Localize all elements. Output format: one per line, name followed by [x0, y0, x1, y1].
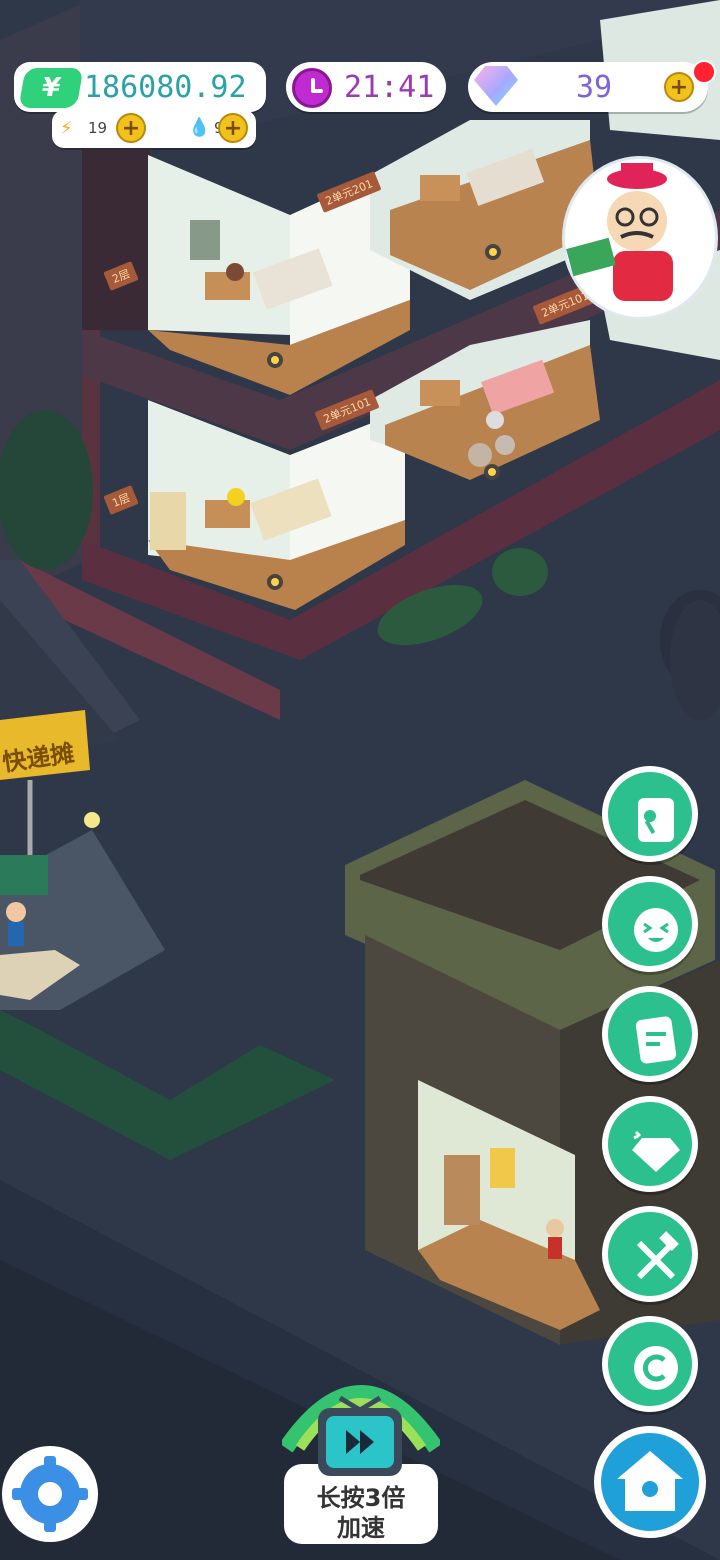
copyright-button[interactable]	[602, 1316, 698, 1412]
emoji-icon	[634, 908, 678, 952]
add-gems-button[interactable]: +	[664, 72, 694, 102]
lightning-icon: ⚡	[60, 118, 73, 139]
wrench-hammer-icon	[636, 1231, 679, 1280]
water-drop-icon: 💧	[188, 117, 211, 138]
house-icon	[617, 1451, 683, 1511]
speed-up-button[interactable]: 长按3倍 加速	[279, 1368, 443, 1546]
money-counter: ¥ 186080.92	[14, 62, 266, 112]
energy-value: 19	[88, 119, 108, 137]
npc-landlord-bubble[interactable]	[562, 156, 718, 320]
settings-button[interactable]	[2, 1446, 98, 1542]
clock-icon	[292, 68, 332, 108]
gem-shop-button[interactable]	[602, 1096, 698, 1192]
gear-icon	[12, 1456, 88, 1532]
landlord-character-icon	[566, 163, 673, 301]
add-energy-button[interactable]: +	[116, 113, 146, 143]
tools-button[interactable]	[602, 766, 698, 862]
time-counter: 21:41	[286, 62, 446, 112]
home-button[interactable]	[594, 1426, 706, 1538]
speed-up-label-line2: 加速	[337, 1514, 385, 1542]
tools-icon	[638, 798, 674, 842]
emoji-button[interactable]	[602, 876, 698, 972]
notes-button[interactable]	[602, 986, 698, 1082]
resource-bar: ⚡ 19 + 💧 9 +	[52, 110, 256, 148]
build-button[interactable]	[602, 1206, 698, 1302]
gem-counter: 39 +	[468, 62, 708, 112]
notes-icon	[635, 1016, 677, 1064]
game-time: 21:41	[344, 70, 435, 105]
notification-dot	[692, 60, 716, 84]
add-water-button[interactable]: +	[218, 113, 248, 143]
yuan-icon: ¥	[18, 68, 84, 108]
gem-value: 39	[576, 70, 613, 105]
diamond-icon	[474, 66, 518, 106]
copyright-pin-icon	[634, 1346, 678, 1390]
money-value: 186080.92	[84, 70, 247, 105]
gem-shop-icon	[632, 1130, 680, 1172]
